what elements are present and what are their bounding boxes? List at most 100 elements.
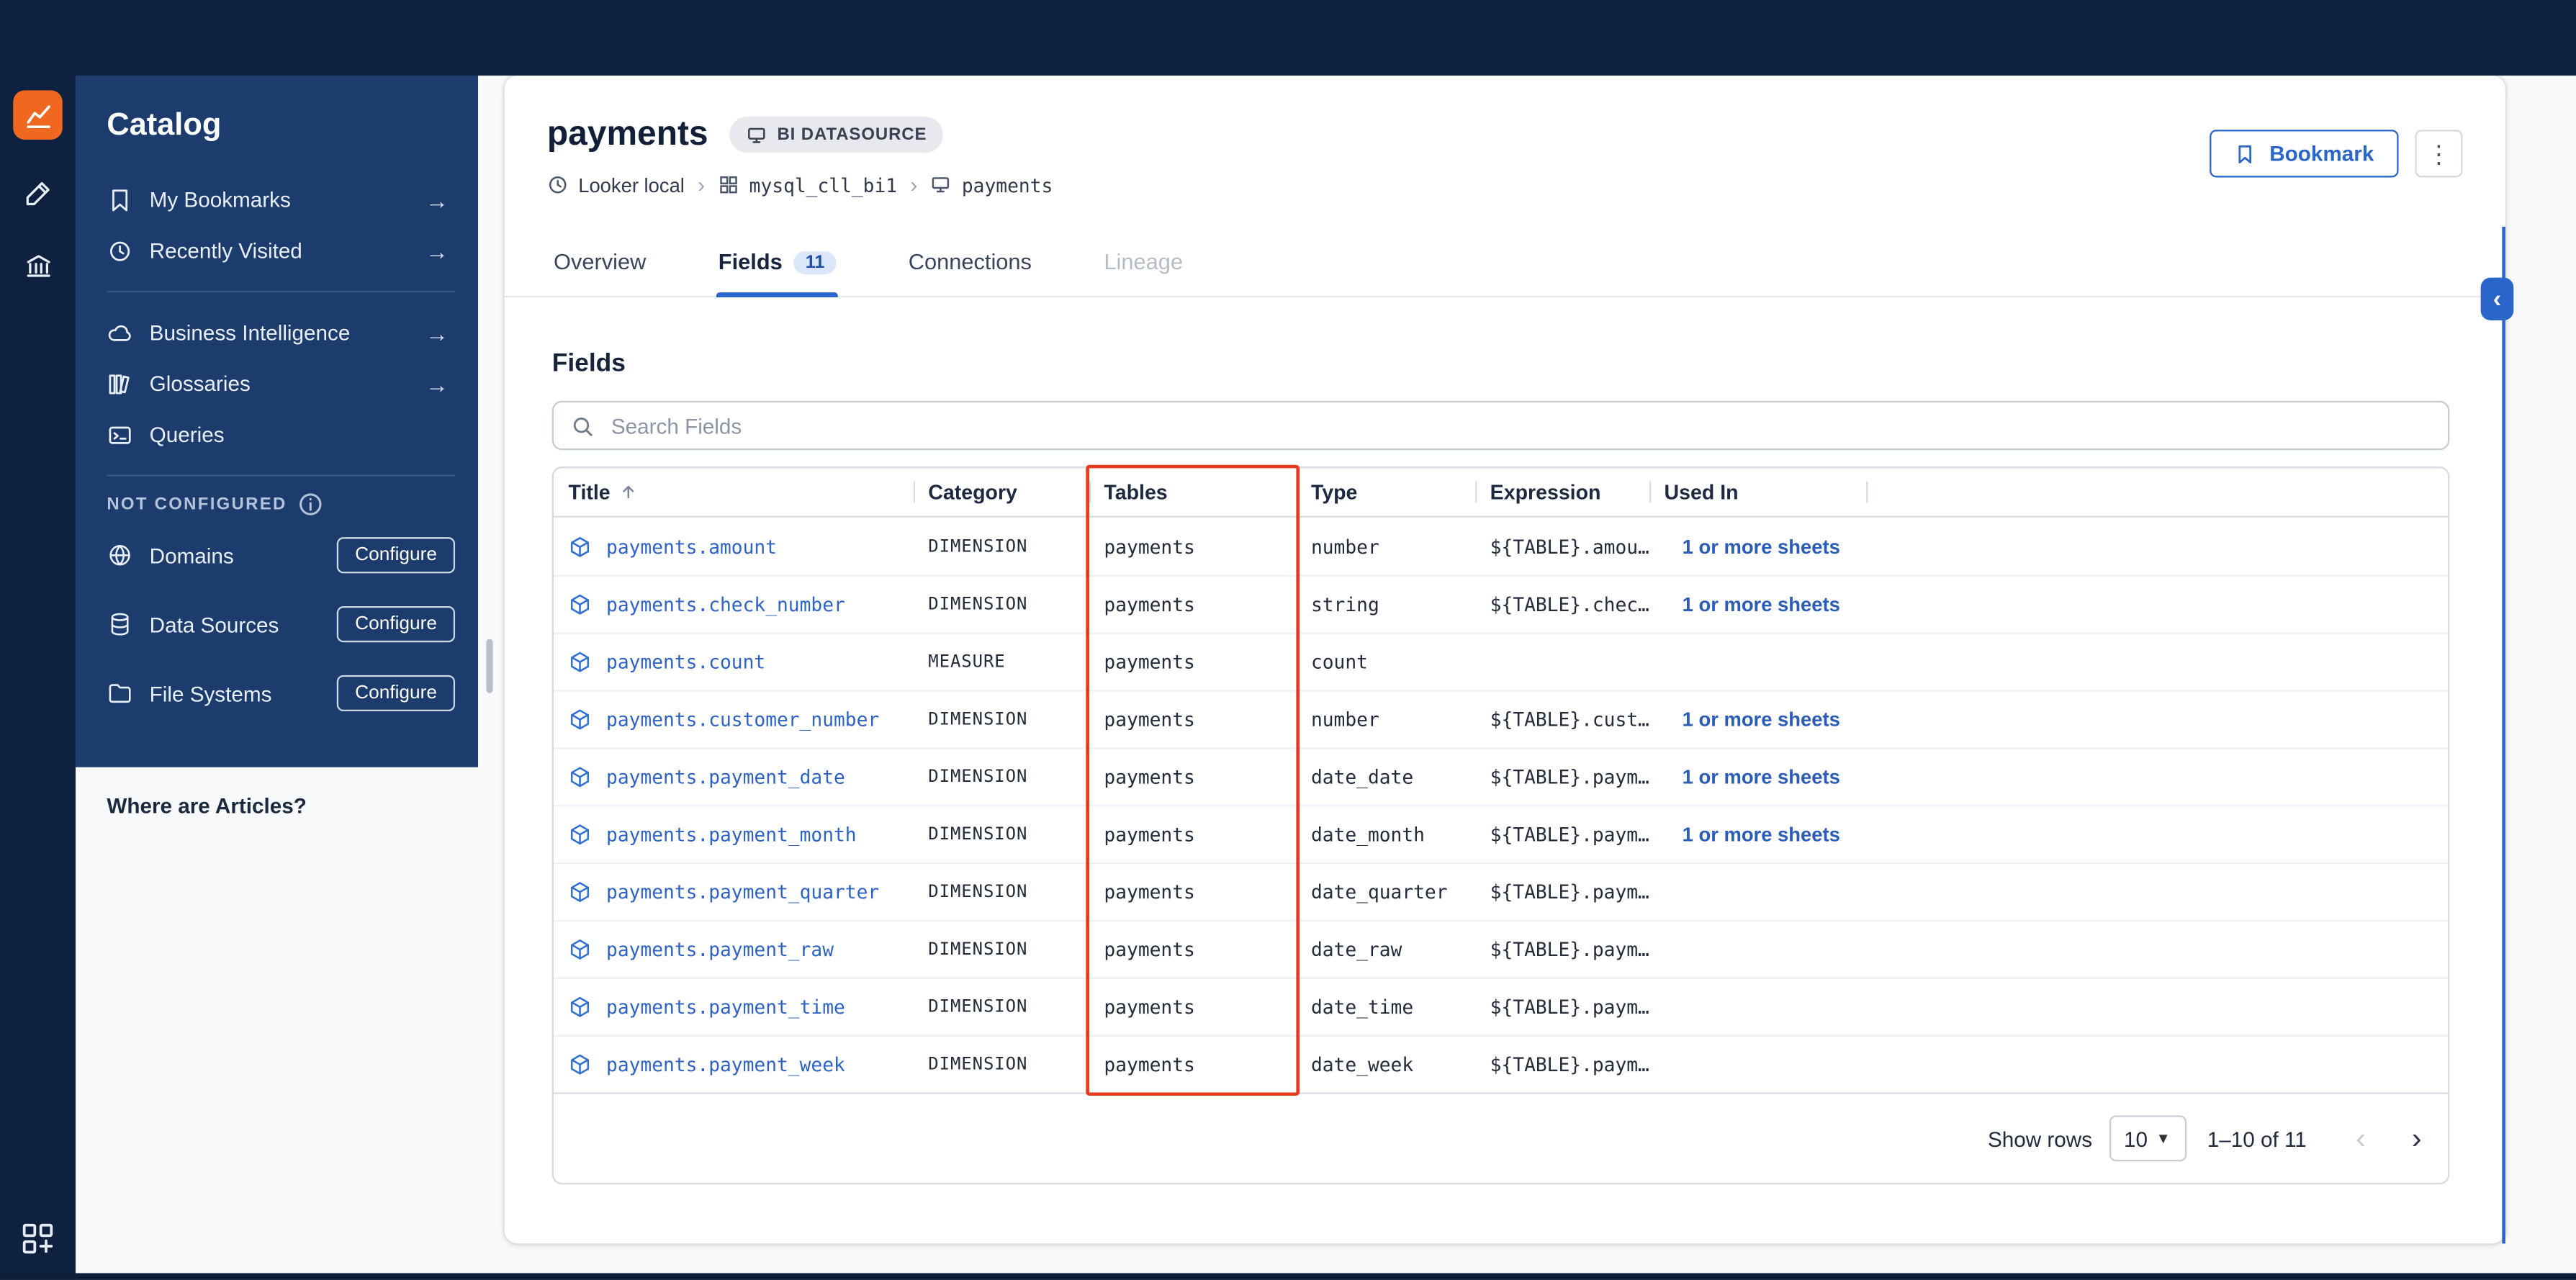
column-header-label: Expression bbox=[1490, 480, 1601, 504]
field-title-link[interactable]: payments.payment_time bbox=[606, 996, 845, 1019]
configure-data-sources-button[interactable]: Configure bbox=[337, 606, 456, 643]
configure-file-systems-button[interactable]: Configure bbox=[337, 675, 456, 712]
sort-ascending-icon bbox=[623, 485, 635, 499]
field-tables: payments bbox=[1104, 995, 1195, 1019]
table-row: payments.payment_month DIMENSION payment… bbox=[553, 805, 2449, 862]
field-title-link[interactable]: payments.count bbox=[606, 651, 765, 674]
sidebar-item-label: My Bookmarks bbox=[149, 187, 291, 212]
chevron-right-icon: › bbox=[698, 172, 706, 197]
fields-section-heading: Fields bbox=[551, 350, 626, 378]
column-header-tables[interactable]: Tables bbox=[1089, 468, 1297, 515]
field-expression: ${TABLE}.paym… bbox=[1490, 937, 1649, 961]
sidebar-title: Catalog bbox=[107, 108, 222, 143]
sidebar-item-glossaries[interactable]: Glossaries → bbox=[107, 358, 455, 409]
column-header-category[interactable]: Category bbox=[913, 468, 1089, 515]
field-title-link[interactable]: payments.payment_week bbox=[606, 1053, 845, 1076]
table-row: payments.payment_week DIMENSION payments… bbox=[553, 1035, 2449, 1093]
bookmark-button[interactable]: Bookmark bbox=[2210, 130, 2399, 178]
tab-overview[interactable]: Overview bbox=[552, 223, 648, 295]
field-tables: payments bbox=[1104, 592, 1195, 616]
field-type: string bbox=[1310, 592, 1379, 616]
more-options-button[interactable]: ⋮ bbox=[2415, 130, 2463, 178]
field-cube-icon bbox=[570, 767, 590, 788]
info-icon[interactable] bbox=[297, 492, 323, 515]
field-used-in-link[interactable]: 1 or more sheets bbox=[1683, 708, 1840, 731]
sidebar-item-file-systems[interactable]: File Systems Configure bbox=[107, 659, 456, 728]
governance-rail-button[interactable] bbox=[13, 240, 62, 289]
catalog-rail-button[interactable] bbox=[13, 90, 63, 140]
bookmark-button-label: Bookmark bbox=[2269, 141, 2374, 166]
field-title-link[interactable]: payments.amount bbox=[606, 535, 777, 558]
breadcrumb-item-datasource[interactable]: mysql_cll_bi1 bbox=[718, 173, 897, 197]
field-cube-icon bbox=[570, 709, 590, 730]
sidebar-item-label: Queries bbox=[149, 422, 225, 447]
tab-fields[interactable]: Fields 11 bbox=[716, 223, 838, 298]
sidebar-item-domains[interactable]: Domains Configure bbox=[107, 520, 456, 590]
next-page-button[interactable]: › bbox=[2412, 1121, 2422, 1155]
curation-rail-button[interactable] bbox=[13, 168, 62, 217]
field-used-in-link[interactable]: 1 or more sheets bbox=[1683, 823, 1840, 846]
column-header-type[interactable]: Type bbox=[1296, 468, 1475, 515]
column-header-expression[interactable]: Expression bbox=[1475, 468, 1649, 515]
breadcrumb: Looker local › mysql_cll_bi1 › payments bbox=[547, 173, 2463, 197]
where-are-articles-link[interactable]: Where are Articles? bbox=[107, 793, 307, 818]
field-category: DIMENSION bbox=[928, 997, 1028, 1017]
column-header-label: Type bbox=[1310, 480, 1358, 504]
sidebar-scrollbar-thumb[interactable] bbox=[486, 639, 492, 693]
field-type: number bbox=[1310, 534, 1379, 558]
schema-grid-icon bbox=[720, 176, 737, 194]
field-title-link[interactable]: payments.payment_month bbox=[606, 823, 857, 846]
field-title-link[interactable]: payments.payment_date bbox=[606, 765, 845, 788]
table-row: payments.amount DIMENSION payments numbe… bbox=[554, 518, 2448, 575]
breadcrumb-label: payments bbox=[961, 173, 1053, 197]
fields-table-header: Title Category Tables Type Expression Us… bbox=[553, 468, 2449, 518]
tab-connections[interactable]: Connections bbox=[906, 223, 1033, 295]
fields-table-body: payments.amount DIMENSION payments numbe… bbox=[553, 518, 2449, 1093]
field-tables: payments bbox=[1104, 534, 1195, 558]
chevron-right-icon: › bbox=[910, 172, 918, 197]
field-title-link[interactable]: payments.payment_quarter bbox=[606, 880, 879, 903]
sidebar-item-recently-visited[interactable]: Recently Visited → bbox=[107, 225, 455, 276]
field-title-link[interactable]: payments.customer_number bbox=[606, 708, 879, 731]
field-used-in-link[interactable]: 1 or more sheets bbox=[1683, 765, 1840, 788]
topbar bbox=[0, 0, 2576, 76]
previous-page-button: ‹ bbox=[2356, 1121, 2366, 1155]
table-row: payments.check_number DIMENSION payments… bbox=[553, 574, 2449, 633]
sidebar-item-my-bookmarks[interactable]: My Bookmarks → bbox=[107, 174, 455, 225]
apps-grid-plus-icon[interactable] bbox=[19, 1221, 55, 1257]
fields-search-input[interactable] bbox=[595, 413, 2449, 438]
sidebar-item-label: Domains bbox=[149, 543, 234, 568]
configure-domains-button[interactable]: Configure bbox=[337, 537, 456, 574]
sidebar-item-queries[interactable]: Queries bbox=[107, 409, 455, 460]
object-tabs: Overview Fields 11 Connections Lineage bbox=[504, 223, 2505, 298]
breadcrumb-item-current[interactable]: payments bbox=[931, 173, 1053, 197]
field-type: date_quarter bbox=[1310, 880, 1448, 904]
field-used-in-link[interactable]: 1 or more sheets bbox=[1683, 535, 1840, 558]
chevron-down-icon: ▼ bbox=[2156, 1130, 2171, 1147]
queries-icon bbox=[107, 421, 133, 448]
column-header-title[interactable]: Title bbox=[554, 468, 914, 515]
field-expression: ${TABLE}.paym… bbox=[1490, 880, 1649, 904]
field-type: date_week bbox=[1310, 1053, 1414, 1076]
field-used-in-link[interactable]: 1 or more sheets bbox=[1683, 593, 1840, 616]
database-icon bbox=[107, 611, 133, 638]
field-category: DIMENSION bbox=[928, 939, 1028, 960]
sidebar-item-business-intelligence[interactable]: Business Intelligence → bbox=[107, 307, 455, 359]
table-row: payments.payment_time DIMENSION payments… bbox=[553, 977, 2449, 1035]
field-title-link[interactable]: payments.payment_raw bbox=[606, 938, 834, 961]
rows-per-page-value: 10 bbox=[2124, 1126, 2148, 1151]
field-cube-icon bbox=[570, 824, 590, 845]
left-icon-rail bbox=[0, 0, 76, 1280]
breadcrumb-item-instance[interactable]: Looker local bbox=[547, 173, 685, 197]
object-page-card: payments BI DATASOURCE Bookmark ⋮ Looker… bbox=[504, 75, 2514, 1244]
field-cube-icon bbox=[570, 882, 590, 902]
sidebar-item-data-sources[interactable]: Data Sources Configure bbox=[107, 590, 456, 659]
column-header-spacer bbox=[1866, 468, 2448, 515]
table-row: payments.customer_number DIMENSION payme… bbox=[553, 690, 2449, 747]
field-title-link[interactable]: payments.check_number bbox=[606, 593, 845, 616]
sidebar-divider bbox=[107, 474, 456, 477]
column-header-used-in[interactable]: Used In bbox=[1649, 468, 1866, 515]
field-type: count bbox=[1310, 650, 1368, 674]
collapse-panel-button[interactable]: ‹ bbox=[2480, 277, 2514, 320]
rows-per-page-select[interactable]: 10 ▼ bbox=[2108, 1115, 2187, 1162]
